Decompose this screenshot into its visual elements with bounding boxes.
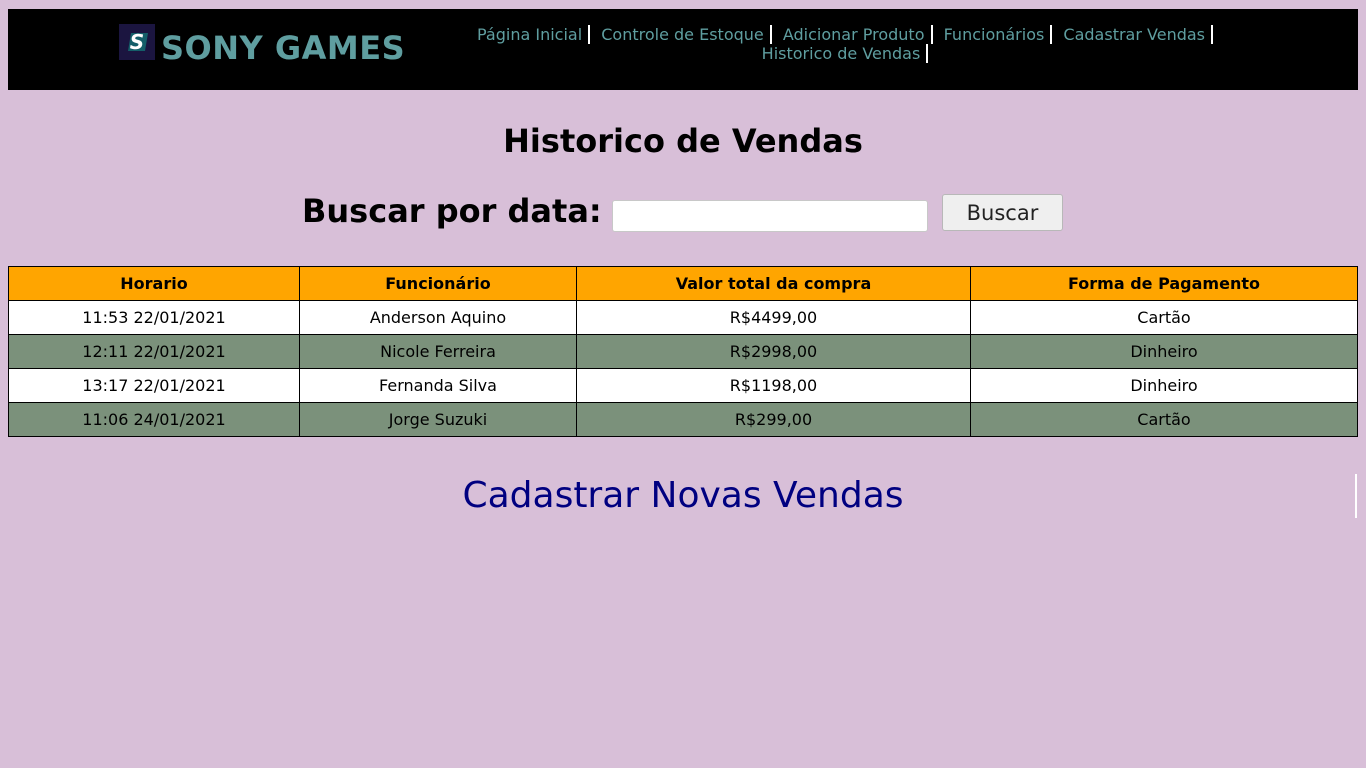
cell-total: R$2998,00 xyxy=(576,334,971,369)
nav-link-home[interactable]: Página Inicial xyxy=(470,25,591,44)
site-header: S SONY GAMES Página Inicial Controle de … xyxy=(8,9,1358,90)
column-header-payment: Forma de Pagamento xyxy=(970,266,1358,301)
nav-link-sales-history[interactable]: Historico de Vendas xyxy=(755,44,929,63)
nav-link-employees[interactable]: Funcionários xyxy=(937,25,1053,44)
page-title: Historico de Vendas xyxy=(503,122,863,160)
page: S SONY GAMES Página Inicial Controle de … xyxy=(0,0,1366,768)
cell-total: R$4499,00 xyxy=(576,300,971,335)
cell-employee: Jorge Suzuki xyxy=(299,402,577,437)
table-row: 13:17 22/01/2021 Fernanda Silva R$1198,0… xyxy=(8,368,1358,403)
search-button[interactable]: Buscar xyxy=(942,194,1063,231)
sales-history-table: Horario Funcionário Valor total da compr… xyxy=(8,266,1358,437)
table-row: 11:06 24/01/2021 Jorge Suzuki R$299,00 C… xyxy=(8,402,1358,437)
table-row: 12:11 22/01/2021 Nicole Ferreira R$2998,… xyxy=(8,334,1358,369)
nav-link-add-product[interactable]: Adicionar Produto xyxy=(776,25,933,44)
cell-payment: Dinheiro xyxy=(970,368,1358,403)
cell-time: 11:06 24/01/2021 xyxy=(8,402,300,437)
table-row: 11:53 22/01/2021 Anderson Aquino R$4499,… xyxy=(8,300,1358,335)
nav-link-stock-control[interactable]: Controle de Estoque xyxy=(595,25,772,44)
cell-employee: Anderson Aquino xyxy=(299,300,577,335)
cell-total: R$299,00 xyxy=(576,402,971,437)
cell-employee: Nicole Ferreira xyxy=(299,334,577,369)
search-date-input[interactable] xyxy=(612,200,928,232)
cell-time: 11:53 22/01/2021 xyxy=(8,300,300,335)
cell-payment: Dinheiro xyxy=(970,334,1358,369)
column-header-time: Horario xyxy=(8,266,300,301)
main-nav: Página Inicial Controle de Estoque Adici… xyxy=(433,25,1251,63)
column-header-employee: Funcionário xyxy=(299,266,577,301)
sony-games-logo-icon[interactable]: S xyxy=(119,24,155,60)
table-header-row: Horario Funcionário Valor total da compr… xyxy=(8,266,1358,301)
svg-text:S: S xyxy=(130,30,144,54)
cell-total: R$1198,00 xyxy=(576,368,971,403)
divider xyxy=(1355,474,1357,518)
cell-payment: Cartão xyxy=(970,402,1358,437)
cell-employee: Fernanda Silva xyxy=(299,368,577,403)
cell-time: 13:17 22/01/2021 xyxy=(8,368,300,403)
cell-payment: Cartão xyxy=(970,300,1358,335)
nav-link-register-sales[interactable]: Cadastrar Vendas xyxy=(1057,25,1213,44)
column-header-total: Valor total da compra xyxy=(576,266,971,301)
search-label: Buscar por data: xyxy=(302,192,602,230)
cell-time: 12:11 22/01/2021 xyxy=(8,334,300,369)
brand-title: SONY GAMES xyxy=(161,29,406,67)
register-new-sales-link[interactable]: Cadastrar Novas Vendas xyxy=(0,474,1366,518)
